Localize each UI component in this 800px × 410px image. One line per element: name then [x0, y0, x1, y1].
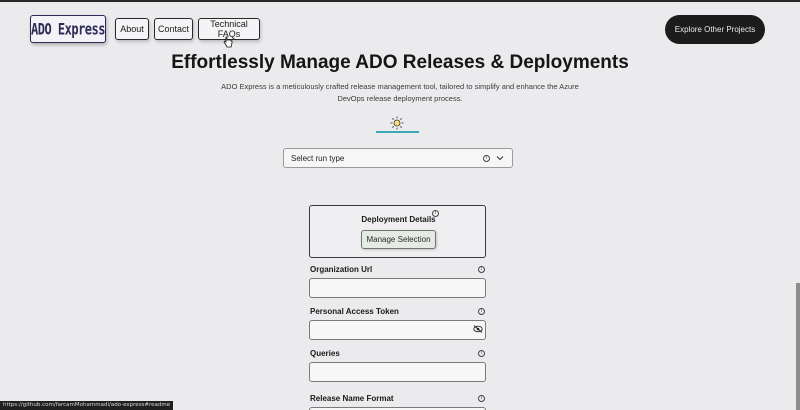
info-icon[interactable]: i [478, 350, 485, 357]
eye-slash-icon[interactable] [473, 325, 483, 333]
explore-other-projects-button[interactable]: Explore Other Projects [665, 15, 765, 44]
organization-url-input[interactable] [309, 278, 486, 298]
info-icon[interactable]: i [478, 308, 485, 315]
info-icon[interactable]: i [432, 210, 439, 217]
logo[interactable]: ADO Express [30, 15, 106, 43]
sun-icon[interactable] [390, 116, 404, 130]
release-name-format-label: Release Name Format [310, 394, 394, 403]
nav-contact-button[interactable]: Contact [154, 18, 193, 40]
personal-access-token-input[interactable] [309, 320, 486, 340]
run-type-placeholder: Select run type [291, 153, 345, 163]
deployment-details-panel: Deployment Details i Manage Selection [309, 205, 486, 258]
hand-cursor-icon [223, 36, 233, 48]
scrollbar[interactable] [796, 283, 800, 410]
info-icon[interactable]: i [478, 395, 485, 402]
info-icon[interactable]: i [483, 154, 490, 162]
page-title: Effortlessly Manage ADO Releases & Deplo… [171, 52, 629, 73]
theme-toggle-underline [376, 131, 419, 133]
deployment-details-title: Deployment Details [361, 215, 436, 224]
nav-about-button[interactable]: About [115, 18, 149, 40]
logo-text: ADO Express [31, 19, 105, 39]
info-icon[interactable]: i [478, 266, 485, 273]
run-type-select[interactable]: Select run type i [283, 148, 513, 168]
queries-input[interactable] [309, 362, 486, 382]
chevron-down-icon[interactable] [496, 154, 504, 162]
window-top-border [0, 0, 800, 2]
personal-access-token-label: Personal Access Token [310, 307, 399, 316]
queries-label: Queries [310, 349, 340, 358]
page-subtitle: ADO Express is a meticulously crafted re… [221, 82, 579, 103]
organization-url-label: Organization Url [310, 265, 373, 274]
manage-selection-button[interactable]: Manage Selection [361, 230, 436, 249]
link-status-bar: https://github.com/farcamMohammadi/ado-e… [0, 401, 174, 410]
